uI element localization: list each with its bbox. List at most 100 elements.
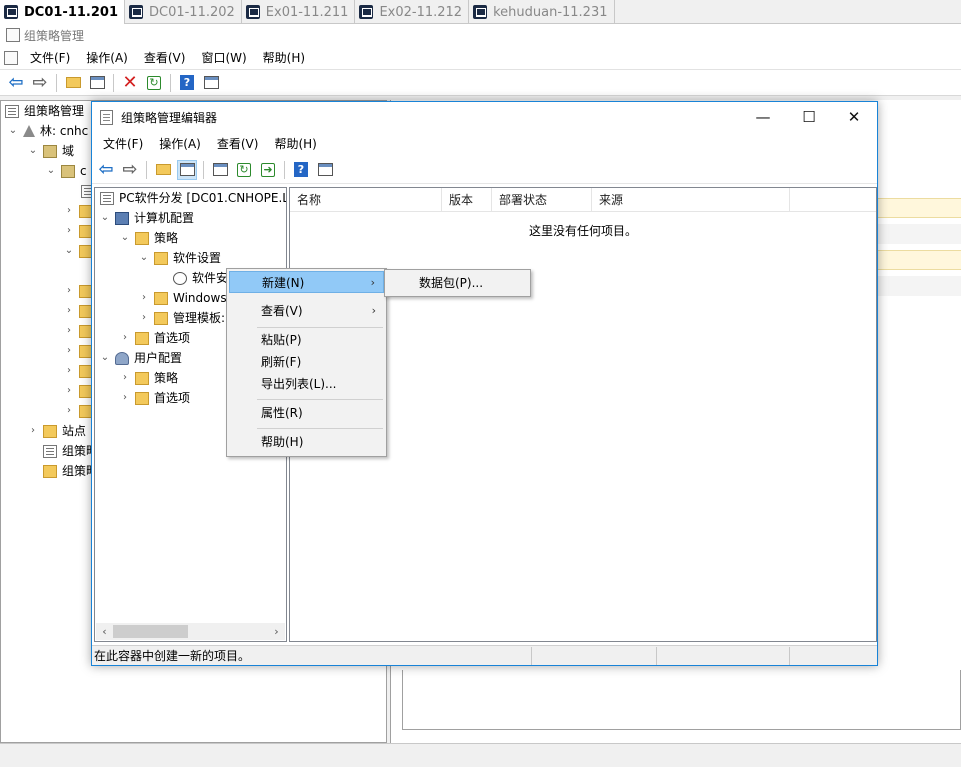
tree-item-gp-modeling[interactable]: 组策略 [43, 441, 98, 461]
tree-item-policies[interactable]: ⌄ 策略 [119, 228, 178, 248]
expand-chevron-icon[interactable]: › [63, 281, 75, 301]
up-folder-icon[interactable] [63, 73, 83, 93]
tree-item-admin-templates[interactable]: › 管理模板: [138, 308, 225, 328]
bg-menu-help[interactable]: 帮助(H) [255, 46, 313, 70]
bg-menu-file[interactable]: 文件(F) [22, 46, 78, 70]
collapse-chevron-icon[interactable]: ⌄ [138, 248, 150, 268]
forward-arrow-icon[interactable]: ⇨ [120, 159, 140, 180]
remote-desktop-icon [128, 5, 143, 19]
expand-chevron-icon[interactable]: › [119, 328, 131, 348]
back-arrow-icon[interactable]: ⇦ [6, 72, 26, 93]
tree-item-gp-results[interactable]: 组策略 [43, 461, 98, 481]
remote-session-tabs: DC01-11.201 DC01-11.202 Ex01-11.211 Ex02… [0, 0, 961, 24]
expand-chevron-icon[interactable]: › [63, 361, 75, 381]
collapse-chevron-icon[interactable]: ⌄ [63, 241, 75, 261]
export-list-icon[interactable]: ➜ [258, 160, 278, 180]
tree-item-user-policies[interactable]: › 策略 [119, 368, 178, 388]
show-hide-tree-icon[interactable] [177, 159, 197, 180]
show-hide-action-pane-icon[interactable] [315, 160, 335, 180]
menu-file[interactable]: 文件(F) [95, 132, 151, 156]
menu-view[interactable]: 查看(V) [209, 132, 267, 156]
gpmc-icon [5, 104, 19, 118]
expand-chevron-icon[interactable]: › [63, 341, 75, 361]
expand-chevron-icon[interactable]: › [27, 421, 39, 441]
forward-arrow-icon[interactable]: ⇨ [30, 72, 50, 93]
expand-chevron-icon[interactable]: › [138, 308, 150, 328]
tree-item-software-settings[interactable]: ⌄ 软件设置 [138, 248, 221, 268]
tree-item-computer-preferences[interactable]: › 首选项 [119, 328, 190, 348]
scroll-left-icon[interactable]: ‹ [96, 625, 113, 638]
tree-item-sites[interactable]: › 站点 [27, 421, 86, 441]
refresh-icon[interactable]: ↻ [144, 73, 164, 93]
collapse-chevron-icon[interactable]: ⌄ [27, 141, 39, 161]
show-hide-action-pane-icon[interactable] [201, 73, 221, 93]
tree-item-gpo-root[interactable]: PC软件分发 [DC01.CNHOPE.L [100, 188, 286, 208]
help-icon[interactable]: ? [291, 160, 311, 180]
help-icon[interactable]: ? [177, 73, 197, 93]
context-menu-help[interactable]: 帮助(H) [229, 431, 384, 453]
expand-chevron-icon[interactable]: › [63, 221, 75, 241]
refresh-icon[interactable]: ↻ [234, 160, 254, 180]
remote-tab-dc01-202[interactable]: DC01-11.202 [125, 0, 242, 24]
bg-menu-view[interactable]: 查看(V) [136, 46, 194, 70]
expand-chevron-icon[interactable]: › [63, 201, 75, 221]
expand-chevron-icon[interactable]: › [63, 401, 75, 421]
column-header-version[interactable]: 版本 [442, 188, 492, 212]
collapse-chevron-icon[interactable]: ⌄ [45, 161, 57, 181]
toolbar-separator [146, 160, 147, 179]
column-header-name[interactable]: 名称 [290, 188, 442, 212]
tree-item-user-config[interactable]: ⌄ 用户配置 [99, 348, 182, 368]
collapse-chevron-icon[interactable]: ⌄ [99, 208, 111, 228]
tree-item-domain[interactable]: ⌄ c [45, 161, 87, 181]
tree-horizontal-scrollbar[interactable]: ‹ › [96, 623, 285, 640]
bg-menu-window[interactable]: 窗口(W) [193, 46, 254, 70]
back-arrow-icon[interactable]: ⇦ [96, 159, 116, 180]
remote-tab-dc01-201[interactable]: DC01-11.201 [0, 0, 125, 24]
collapse-chevron-icon[interactable]: ⌄ [7, 121, 19, 141]
remote-tab-ex01-211[interactable]: Ex01-11.211 [242, 0, 356, 24]
context-menu-export-list[interactable]: 导出列表(L)... [229, 373, 384, 395]
folder-icon [154, 251, 168, 265]
context-menu-properties[interactable]: 属性(R) [229, 402, 384, 424]
collapse-chevron-icon[interactable]: ⌄ [99, 348, 111, 368]
scroll-thumb[interactable] [113, 625, 188, 638]
context-menu-refresh[interactable]: 刷新(F) [229, 351, 384, 373]
tree-item-domains[interactable]: ⌄ 域 [27, 141, 74, 161]
submenu-package[interactable]: 数据包(P)... [387, 272, 528, 294]
sites-folder-icon [43, 424, 57, 438]
expand-chevron-icon[interactable]: › [138, 288, 150, 308]
context-menu-view[interactable]: 查看(V) › [229, 300, 384, 322]
expand-chevron-icon[interactable]: › [63, 321, 75, 341]
tree-item-windows-settings[interactable]: › Windows [138, 288, 227, 308]
expand-chevron-icon[interactable]: › [63, 381, 75, 401]
remote-desktop-icon [245, 5, 260, 19]
context-menu-paste[interactable]: 粘贴(P) [229, 329, 384, 351]
bg-menu-action[interactable]: 操作(A) [78, 46, 136, 70]
menu-action[interactable]: 操作(A) [151, 132, 209, 156]
properties-icon[interactable] [210, 160, 230, 180]
expand-chevron-icon[interactable]: › [63, 301, 75, 321]
minimize-button[interactable]: — [740, 102, 786, 132]
delete-icon[interactable]: ✕ [120, 72, 140, 93]
collapse-chevron-icon[interactable]: ⌄ [119, 228, 131, 248]
tree-item-gpmc-root[interactable]: 组策略管理 [5, 101, 84, 121]
tree-item-user-preferences[interactable]: › 首选项 [119, 388, 190, 408]
remote-desktop-icon [4, 5, 18, 19]
tree-item-software-installation[interactable]: 软件安 [173, 268, 228, 288]
close-button[interactable]: ✕ [831, 102, 877, 132]
column-header-deployment-state[interactable]: 部署状态 [492, 188, 592, 212]
remote-tab-ex02-212[interactable]: Ex02-11.212 [355, 0, 470, 24]
menu-help[interactable]: 帮助(H) [266, 132, 324, 156]
maximize-button[interactable]: ☐ [786, 102, 832, 132]
context-menu-new[interactable]: 新建(N) › [229, 271, 384, 293]
scroll-right-icon[interactable]: › [268, 625, 285, 638]
menu-item-label: 新建(N) [262, 276, 305, 290]
expand-chevron-icon[interactable]: › [119, 388, 131, 408]
expand-chevron-icon[interactable]: › [119, 368, 131, 388]
remote-tab-kehuduan-231[interactable]: kehuduan-11.231 [469, 0, 615, 24]
tree-item-computer-config[interactable]: ⌄ 计算机配置 [99, 208, 194, 228]
tree-item-forest[interactable]: ⌄ 林: cnhc [7, 121, 88, 141]
column-header-source[interactable]: 来源 [592, 188, 790, 212]
show-hide-tree-icon[interactable] [87, 73, 107, 93]
up-folder-icon[interactable] [153, 160, 173, 180]
